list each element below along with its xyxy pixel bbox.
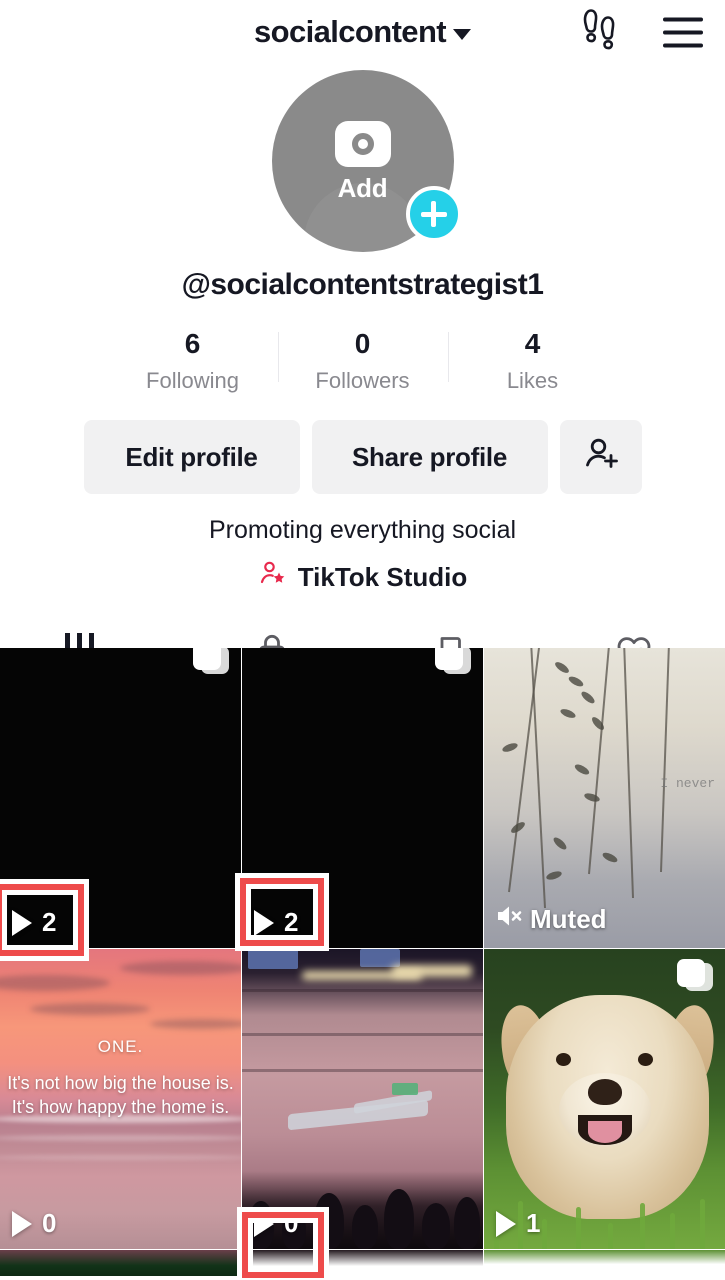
avatar[interactable]: Add bbox=[271, 70, 462, 252]
profile-stats: 6 Following 0 Followers 4 Likes bbox=[0, 328, 725, 394]
video-tile[interactable] bbox=[484, 1250, 725, 1276]
muted-indicator: Muted bbox=[494, 903, 607, 936]
hamburger-menu-icon[interactable] bbox=[663, 17, 703, 47]
view-count-value: 0 bbox=[284, 1208, 299, 1238]
footprints-icon[interactable] bbox=[579, 8, 621, 57]
stat-label: Following bbox=[146, 368, 239, 393]
carousel-badge-icon bbox=[677, 959, 713, 995]
stat-value: 0 bbox=[354, 328, 371, 359]
play-icon bbox=[12, 909, 32, 936]
view-count-value: 1 bbox=[526, 1208, 541, 1238]
header-title-text: socialcontent bbox=[253, 14, 447, 49]
stat-value: 6 bbox=[184, 328, 201, 359]
video-tile[interactable] bbox=[242, 1250, 483, 1276]
caption-title: ONE. bbox=[97, 1037, 144, 1056]
chevron-down-icon[interactable] bbox=[453, 28, 472, 40]
video-tile[interactable]: 0 bbox=[242, 949, 483, 1249]
caption-line: It's how happy the home is. bbox=[11, 1097, 230, 1118]
stat-following[interactable]: 6 Following bbox=[108, 328, 278, 394]
video-tile[interactable]: I never Muted bbox=[484, 648, 725, 948]
add-person-icon bbox=[581, 434, 621, 481]
stat-value: 4 bbox=[524, 328, 541, 359]
username: @socialcontentstrategist1 bbox=[181, 268, 544, 301]
carousel-badge-icon bbox=[435, 648, 471, 678]
video-tile[interactable]: 1 bbox=[484, 949, 725, 1249]
video-thumbnail bbox=[242, 949, 483, 1249]
header-actions bbox=[579, 8, 703, 57]
tiktok-studio-person-star-icon bbox=[258, 559, 288, 596]
edit-profile-button[interactable]: Edit profile bbox=[83, 420, 300, 494]
video-tile[interactable]: ONE. It's not how big the house is. It's… bbox=[0, 949, 241, 1249]
profile-actions: Edit profile Share profile bbox=[0, 420, 725, 494]
bio-text: Promoting everything social bbox=[208, 516, 517, 544]
video-tile[interactable] bbox=[0, 1250, 241, 1276]
tiktok-studio-link[interactable]: TikTok Studio bbox=[0, 559, 725, 596]
play-icon bbox=[12, 1210, 32, 1237]
muted-label: Muted bbox=[530, 904, 607, 934]
view-count-value: 2 bbox=[284, 907, 299, 937]
play-icon bbox=[254, 909, 274, 936]
stat-label: Followers bbox=[315, 368, 410, 393]
view-count: 1 bbox=[496, 1208, 540, 1239]
video-caption: ONE. It's not how big the house is. It's… bbox=[0, 1037, 241, 1120]
add-friends-button[interactable] bbox=[559, 420, 642, 494]
stat-likes[interactable]: 4 Likes bbox=[447, 328, 618, 394]
video-tile[interactable]: 2 bbox=[0, 648, 241, 948]
video-thumbnail bbox=[0, 648, 241, 948]
share-profile-button[interactable]: Share profile bbox=[311, 420, 548, 494]
speaker-muted-icon bbox=[494, 903, 524, 936]
play-icon bbox=[254, 1210, 274, 1237]
view-count: 0 bbox=[254, 1208, 298, 1239]
view-count: 2 bbox=[12, 907, 56, 938]
view-count: 0 bbox=[12, 1208, 56, 1239]
stat-followers[interactable]: 0 Followers bbox=[277, 328, 448, 394]
video-thumbnail: ONE. It's not how big the house is. It's… bbox=[0, 949, 241, 1249]
tiktok-studio-label: TikTok Studio bbox=[297, 562, 468, 592]
view-count-value: 0 bbox=[42, 1208, 57, 1238]
view-count-value: 2 bbox=[42, 907, 57, 937]
plus-icon[interactable] bbox=[405, 186, 462, 242]
camera-icon bbox=[334, 120, 391, 167]
stat-label: Likes bbox=[506, 368, 559, 393]
tiktok-profile-screen: socialcontent Add @socialcontentstrategi… bbox=[0, 0, 725, 1280]
video-grid: 2 2 I never Muted ONE. It's not how big … bbox=[0, 648, 725, 1276]
caption-line: It's not how big the house is. bbox=[7, 1073, 234, 1093]
view-count: 2 bbox=[254, 907, 298, 938]
account-switcher[interactable]: socialcontent bbox=[253, 14, 472, 50]
avatar-add-label: Add bbox=[337, 172, 388, 203]
video-thumbnail bbox=[242, 648, 483, 948]
play-icon bbox=[496, 1210, 516, 1237]
video-tile[interactable]: 2 bbox=[242, 648, 483, 948]
app-header: socialcontent bbox=[0, 0, 725, 64]
video-overlay-text: I never bbox=[660, 776, 715, 791]
carousel-badge-icon bbox=[193, 648, 229, 678]
